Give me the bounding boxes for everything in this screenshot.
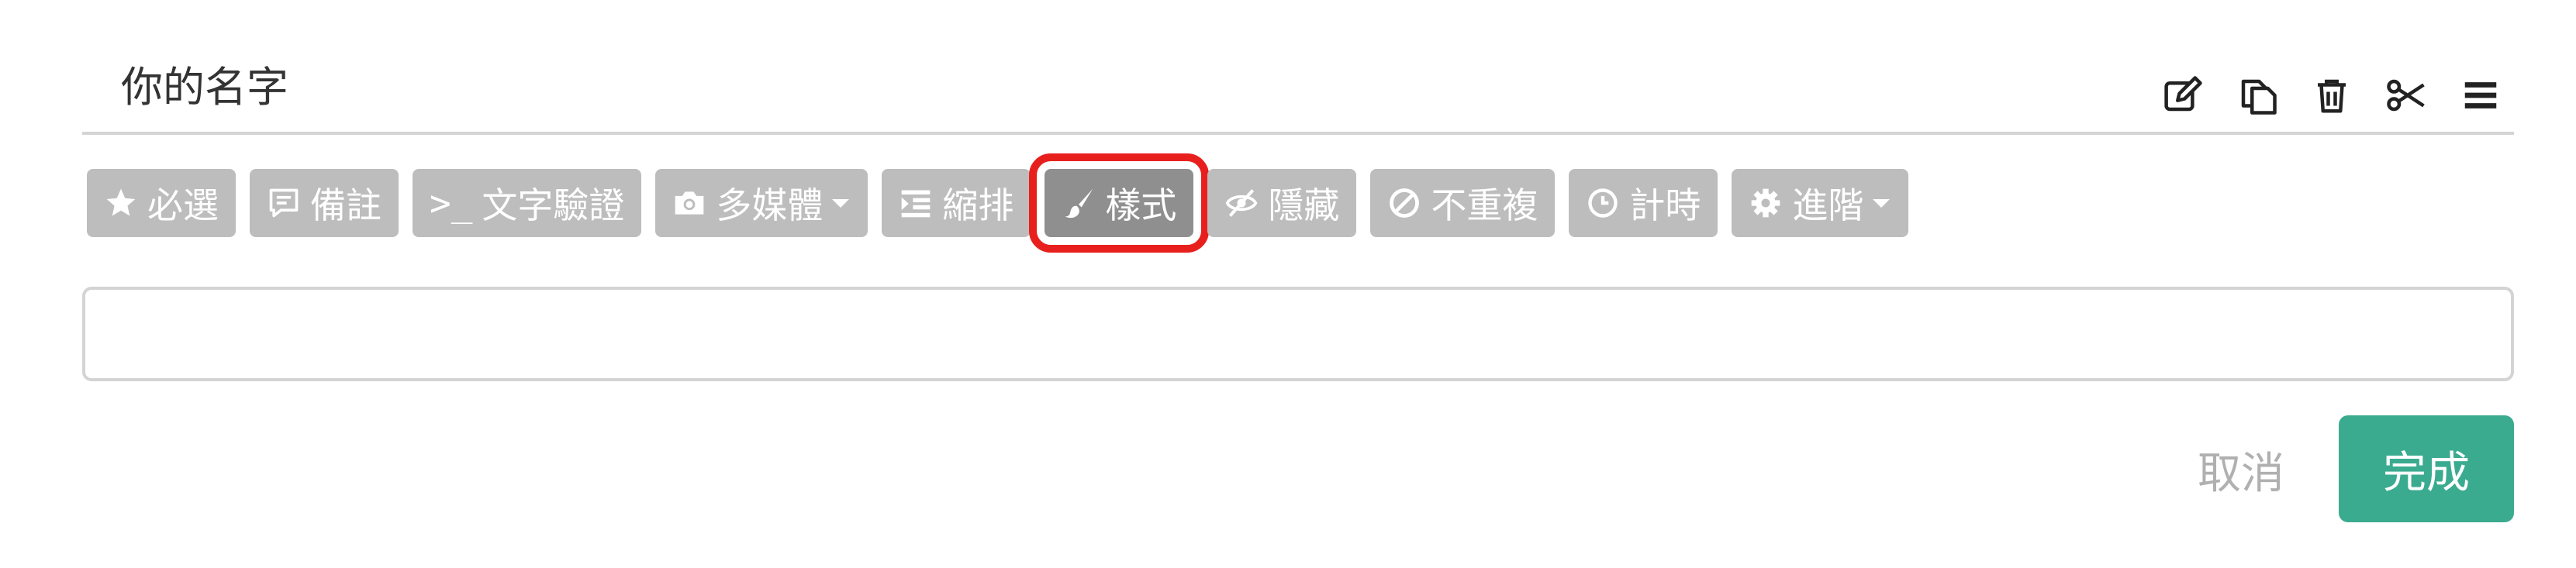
copy-icon[interactable] <box>2236 74 2278 116</box>
gear-icon <box>1752 188 1780 218</box>
question-tools <box>2162 74 2502 116</box>
question-title[interactable]: 你的名字 <box>121 60 288 115</box>
menu-icon[interactable] <box>2460 74 2502 116</box>
trash-icon[interactable] <box>2311 74 2353 116</box>
question-toolbar: 必選 備註 >_ 文字驗證 多媒體 縮排 樣式 隱藏 不重複 計時 進階 <box>87 153 1909 253</box>
multimedia-button[interactable]: 多媒體 <box>655 169 868 237</box>
edit-icon[interactable] <box>2162 74 2204 116</box>
multimedia-label: 多媒體 <box>716 184 824 226</box>
star-icon <box>106 188 136 216</box>
eye-slash-icon <box>1226 189 1258 217</box>
advanced-button[interactable]: 進階 <box>1732 169 1909 237</box>
chevron-down-icon <box>1873 199 1891 208</box>
indent-button[interactable]: 縮排 <box>882 169 1031 237</box>
terminal-icon: >_ <box>430 182 473 224</box>
answer-input[interactable] <box>82 287 2514 381</box>
advanced-label: 進階 <box>1792 184 1864 226</box>
ban-icon <box>1390 188 1420 218</box>
question-title-row: 你的名字 <box>82 0 2514 135</box>
timer-label: 計時 <box>1629 184 1701 226</box>
style-button[interactable]: 樣式 <box>1029 153 1210 253</box>
required-label: 必選 <box>147 184 219 226</box>
camera-icon <box>675 191 704 215</box>
chevron-down-icon <box>832 199 850 208</box>
no-repeat-label: 不重複 <box>1431 184 1538 226</box>
comment-icon <box>269 188 299 218</box>
note-label: 備註 <box>310 184 382 226</box>
note-button[interactable]: 備註 <box>250 169 399 237</box>
cancel-button[interactable]: 取消 <box>2171 415 2311 524</box>
required-button[interactable]: 必選 <box>87 169 236 237</box>
indent-label: 縮排 <box>942 184 1014 226</box>
text-validation-label: 文字驗證 <box>482 184 625 226</box>
text-validation-button[interactable]: >_ 文字驗證 <box>413 169 642 237</box>
done-button[interactable]: 完成 <box>2339 415 2514 522</box>
style-label: 樣式 <box>1105 184 1177 226</box>
timer-button[interactable]: 計時 <box>1569 169 1718 237</box>
scissors-icon[interactable] <box>2385 74 2427 116</box>
indent-icon <box>902 190 931 218</box>
no-repeat-button[interactable]: 不重複 <box>1370 169 1556 237</box>
clock-icon <box>1588 188 1618 218</box>
hide-label: 隱藏 <box>1268 184 1340 226</box>
hide-button[interactable]: 隱藏 <box>1207 169 1357 237</box>
paintbrush-icon <box>1065 188 1093 219</box>
